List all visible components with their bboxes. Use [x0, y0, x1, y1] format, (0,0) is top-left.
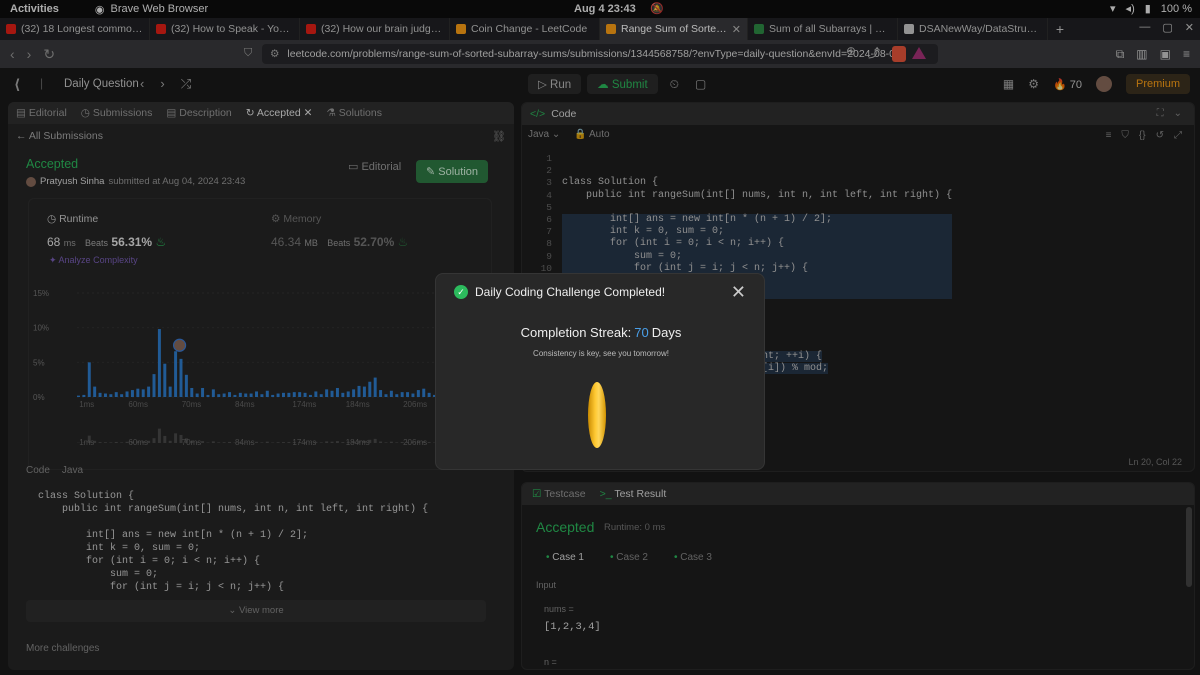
streak-label: Completion Streak:: [520, 325, 632, 340]
close-icon[interactable]: ✕: [731, 282, 746, 303]
check-circle-icon: ✓: [454, 285, 468, 299]
modal-subtitle: Consistency is key, see you tomorrow!: [533, 349, 669, 358]
streak-unit: Days: [651, 325, 682, 340]
modal-title: Daily Coding Challenge Completed!: [475, 285, 666, 299]
modal-header: ✓ Daily Coding Challenge Completed!: [454, 285, 665, 299]
completion-streak: Completion Streak: 70 Days: [436, 325, 766, 340]
daily-challenge-modal: ✓ Daily Coding Challenge Completed! ✕ Co…: [435, 273, 765, 470]
streak-number: 70: [634, 325, 649, 340]
coin-icon: [588, 382, 606, 448]
